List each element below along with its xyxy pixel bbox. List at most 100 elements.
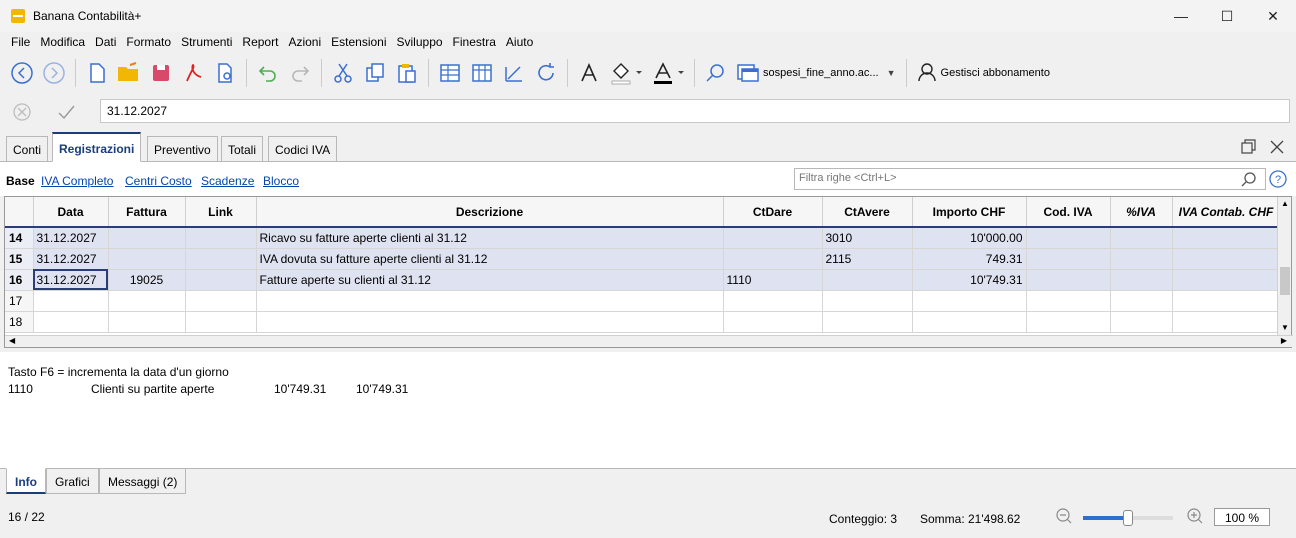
- row-number[interactable]: 15: [5, 248, 34, 270]
- minimize-button[interactable]: —: [1158, 0, 1204, 32]
- cell-link[interactable]: [185, 269, 257, 291]
- scroll-down-icon[interactable]: ▼: [1281, 323, 1289, 332]
- maximize-button[interactable]: ☐: [1204, 0, 1250, 32]
- cell-ctdare[interactable]: [723, 248, 823, 270]
- insert-row-icon[interactable]: [435, 57, 465, 89]
- tab-messaggi[interactable]: Messaggi (2): [99, 468, 187, 494]
- menu-estensioni[interactable]: Estensioni: [331, 35, 386, 49]
- tab-conti[interactable]: Conti: [6, 136, 49, 162]
- cell-ctavere[interactable]: 2115: [822, 248, 913, 270]
- scroll-right-icon[interactable]: ▶: [1281, 336, 1287, 345]
- help-icon[interactable]: ?: [1268, 169, 1288, 192]
- print-preview-icon[interactable]: [210, 57, 240, 89]
- fill-color-icon[interactable]: [606, 57, 646, 89]
- cell-data-current[interactable]: 31.12.2027: [33, 269, 109, 291]
- open-folder-icon[interactable]: [114, 57, 144, 89]
- cell-cod-iva[interactable]: [1026, 248, 1111, 270]
- vertical-scrollbar[interactable]: ▲ ▼: [1277, 197, 1291, 337]
- scroll-up-icon[interactable]: ▲: [1281, 199, 1289, 208]
- cut-icon[interactable]: [328, 57, 358, 89]
- menu-file[interactable]: File: [11, 35, 30, 49]
- horizontal-scrollbar[interactable]: ◀ ▶: [5, 335, 1293, 347]
- scroll-left-icon[interactable]: ◀: [9, 336, 15, 345]
- cell-link[interactable]: [185, 227, 257, 249]
- cell-fattura[interactable]: [108, 311, 186, 333]
- menu-aiuto[interactable]: Aiuto: [506, 35, 533, 49]
- cell-importo[interactable]: 749.31: [912, 248, 1027, 270]
- menu-sviluppo[interactable]: Sviluppo: [397, 35, 443, 49]
- cell-perc-iva[interactable]: [1110, 311, 1173, 333]
- cell-cod-iva[interactable]: [1026, 227, 1111, 249]
- copy-icon[interactable]: [360, 57, 390, 89]
- menu-azioni[interactable]: Azioni: [288, 35, 321, 49]
- close-tab-icon[interactable]: [1268, 138, 1286, 159]
- cell-data[interactable]: [33, 290, 109, 312]
- cell-ctdare[interactable]: [723, 311, 823, 333]
- zoom-level[interactable]: 100 %: [1214, 508, 1270, 526]
- view-base[interactable]: Base: [6, 174, 35, 188]
- view-scadenze[interactable]: Scadenze: [201, 174, 254, 188]
- row-number[interactable]: 16: [5, 269, 34, 291]
- back-icon[interactable]: [7, 57, 37, 89]
- save-icon[interactable]: [146, 57, 176, 89]
- pdf-icon[interactable]: [178, 57, 208, 89]
- row-number[interactable]: 18: [5, 311, 34, 333]
- cell-cod-iva[interactable]: [1026, 311, 1111, 333]
- column-header[interactable]: Importo CHF: [912, 197, 1027, 228]
- cell-descrizione[interactable]: IVA dovuta su fatture aperte clienti al …: [256, 248, 724, 270]
- zoom-slider[interactable]: [1083, 510, 1173, 526]
- cell-ctavere[interactable]: 3010: [822, 227, 913, 249]
- cell-iva-contab[interactable]: [1172, 248, 1281, 270]
- table-row[interactable]: 16 31.12.2027 19025 Fatture aperte su cl…: [5, 269, 1281, 291]
- confirm-edit-icon[interactable]: [56, 102, 76, 125]
- cell-importo[interactable]: 10'749.31: [912, 269, 1027, 291]
- zoom-out-icon[interactable]: [1055, 507, 1073, 528]
- cell-fattura[interactable]: [108, 227, 186, 249]
- column-header[interactable]: Descrizione: [256, 197, 724, 228]
- cell-data[interactable]: 31.12.2027: [33, 227, 109, 249]
- cell-cod-iva[interactable]: [1026, 290, 1111, 312]
- redo-icon[interactable]: [285, 57, 315, 89]
- cell-perc-iva[interactable]: [1110, 248, 1173, 270]
- tab-info[interactable]: Info: [6, 468, 46, 494]
- cell-importo[interactable]: 10'000.00: [912, 227, 1027, 249]
- new-file-icon[interactable]: [82, 57, 112, 89]
- view-centri-costo[interactable]: Centri Costo: [125, 174, 192, 188]
- cell-fattura[interactable]: [108, 290, 186, 312]
- menu-report[interactable]: Report: [242, 35, 278, 49]
- table-row[interactable]: 14 31.12.2027 Ricavo su fatture aperte c…: [5, 227, 1281, 249]
- undo-icon[interactable]: [253, 57, 283, 89]
- menu-formato[interactable]: Formato: [126, 35, 171, 49]
- cell-perc-iva[interactable]: [1110, 269, 1173, 291]
- cell-data[interactable]: 31.12.2027: [33, 248, 109, 270]
- file-selector[interactable]: sospesi_fine_anno.ac... ▼: [732, 59, 901, 87]
- cell-ctavere[interactable]: [822, 311, 913, 333]
- zoom-slider-handle[interactable]: [1123, 510, 1133, 526]
- menu-strumenti[interactable]: Strumenti: [181, 35, 232, 49]
- column-header[interactable]: CtDare: [723, 197, 823, 228]
- cell-editor-input[interactable]: 31.12.2027: [100, 99, 1290, 123]
- close-button[interactable]: ✕: [1250, 0, 1296, 32]
- cell-perc-iva[interactable]: [1110, 227, 1173, 249]
- column-header[interactable]: Cod. IVA: [1026, 197, 1111, 228]
- edit-cell-icon[interactable]: [499, 57, 529, 89]
- tab-grafici[interactable]: Grafici: [46, 468, 99, 494]
- column-header[interactable]: CtAvere: [822, 197, 913, 228]
- paste-icon[interactable]: [392, 57, 422, 89]
- zoom-in-icon[interactable]: [1186, 507, 1204, 528]
- font-icon[interactable]: [574, 57, 604, 89]
- vertical-scroll-thumb[interactable]: [1280, 267, 1290, 295]
- insert-column-icon[interactable]: [467, 57, 497, 89]
- cell-iva-contab[interactable]: [1172, 290, 1281, 312]
- cell-cod-iva[interactable]: [1026, 269, 1111, 291]
- cell-importo[interactable]: [912, 290, 1027, 312]
- cell-link[interactable]: [185, 290, 257, 312]
- menu-dati[interactable]: Dati: [95, 35, 116, 49]
- cell-link[interactable]: [185, 311, 257, 333]
- restore-window-icon[interactable]: [1240, 138, 1258, 159]
- tab-preventivo[interactable]: Preventivo: [147, 136, 218, 162]
- search-icon[interactable]: [701, 57, 731, 89]
- forward-icon[interactable]: [39, 57, 69, 89]
- cell-descrizione[interactable]: Fatture aperte su clienti al 31.12: [256, 269, 724, 291]
- cell-data[interactable]: [33, 311, 109, 333]
